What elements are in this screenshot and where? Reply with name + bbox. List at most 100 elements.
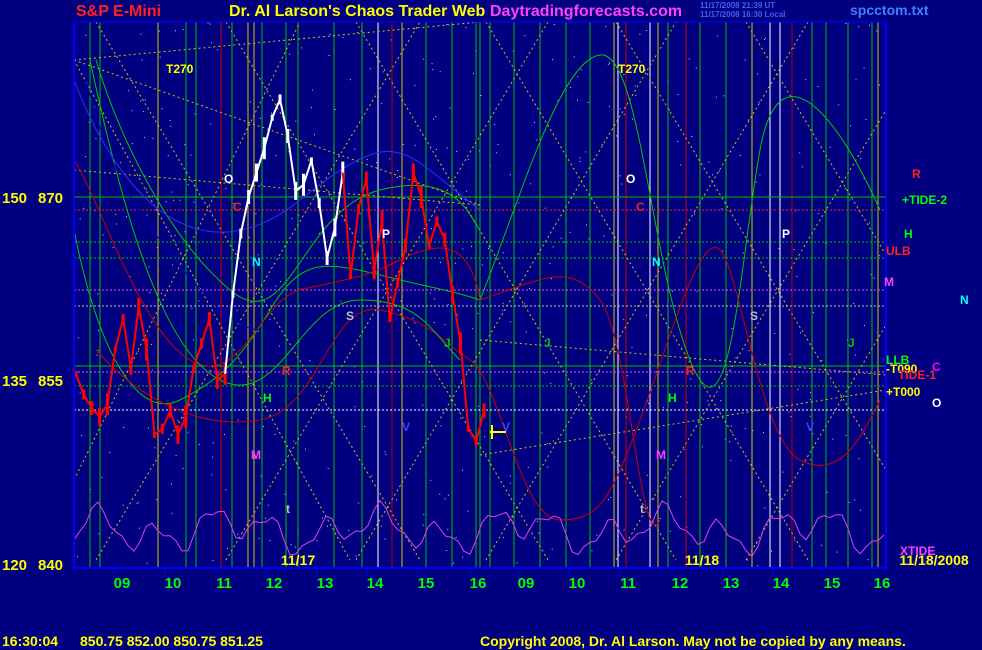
star [472, 328, 474, 330]
star [669, 109, 670, 111]
star [278, 345, 280, 347]
star [116, 223, 117, 225]
star [146, 562, 148, 564]
star [677, 141, 679, 142]
star [631, 346, 633, 348]
x-tick-label: 16 [874, 575, 891, 592]
star [716, 35, 718, 37]
star [143, 136, 145, 138]
star [821, 360, 823, 362]
star [175, 30, 176, 32]
star [291, 218, 293, 220]
site-name: Daytradingforecasts.com [490, 3, 682, 20]
star [355, 555, 357, 557]
star [790, 416, 792, 418]
star [763, 39, 765, 40]
annotation-label: M [251, 448, 261, 462]
star [817, 213, 819, 215]
star [179, 199, 181, 201]
star [577, 76, 579, 78]
star [573, 56, 575, 58]
star [447, 494, 449, 496]
star [265, 517, 266, 519]
y-tick-label-outer: 150 [2, 190, 27, 207]
star [78, 337, 80, 339]
star [701, 446, 703, 448]
star [137, 501, 139, 503]
star [560, 237, 562, 239]
star [433, 298, 435, 300]
star [237, 533, 239, 535]
star [172, 264, 174, 266]
star [879, 255, 881, 257]
star [525, 331, 527, 333]
star [845, 434, 847, 436]
star [849, 199, 851, 201]
annotation-label: ULB [886, 244, 911, 258]
x-tick-label: 11 [216, 575, 232, 592]
star [171, 512, 173, 514]
star [742, 252, 744, 254]
star [212, 560, 214, 562]
star [446, 147, 448, 149]
star [414, 144, 416, 146]
star [708, 161, 710, 163]
star [455, 181, 457, 183]
star [384, 451, 386, 453]
star [269, 540, 271, 541]
star [161, 293, 162, 294]
star [534, 122, 535, 123]
star [334, 109, 336, 110]
star [143, 111, 145, 113]
star [853, 302, 855, 304]
star [663, 407, 664, 409]
annotation-label: R [282, 364, 291, 378]
star [778, 248, 780, 250]
star [140, 100, 142, 102]
star [588, 238, 590, 240]
star [518, 202, 520, 204]
annotation-label: P [782, 227, 790, 241]
star [211, 42, 212, 44]
star [190, 154, 192, 156]
star [295, 461, 297, 463]
annotation-label: M [656, 448, 666, 462]
star [509, 482, 511, 484]
star [860, 509, 862, 511]
star [591, 379, 593, 381]
x-tick-label: 13 [317, 575, 334, 592]
star [510, 321, 512, 323]
star [552, 59, 554, 61]
star [305, 448, 306, 450]
star [396, 177, 398, 178]
star [184, 144, 186, 146]
star [817, 86, 819, 87]
star [873, 277, 875, 279]
star [855, 79, 857, 81]
star [569, 231, 571, 233]
star [295, 120, 297, 122]
annotation-label: N [652, 255, 661, 269]
annotation-label: t [286, 502, 290, 516]
symbol-title: S&P E-Mini [76, 3, 161, 20]
star [762, 432, 764, 434]
star [659, 518, 661, 519]
star [170, 125, 172, 127]
star [217, 49, 219, 51]
star [402, 143, 404, 145]
star [250, 101, 251, 103]
star [440, 261, 441, 263]
star [96, 354, 98, 356]
star [718, 170, 720, 172]
star [123, 426, 125, 428]
star [453, 562, 455, 564]
star [477, 312, 479, 314]
star [151, 369, 153, 371]
star [85, 34, 87, 36]
star [356, 32, 358, 33]
star [462, 248, 464, 250]
star [686, 402, 688, 404]
y-tick-label-outer: 135 [2, 373, 27, 390]
star [159, 56, 161, 58]
star [354, 148, 356, 150]
